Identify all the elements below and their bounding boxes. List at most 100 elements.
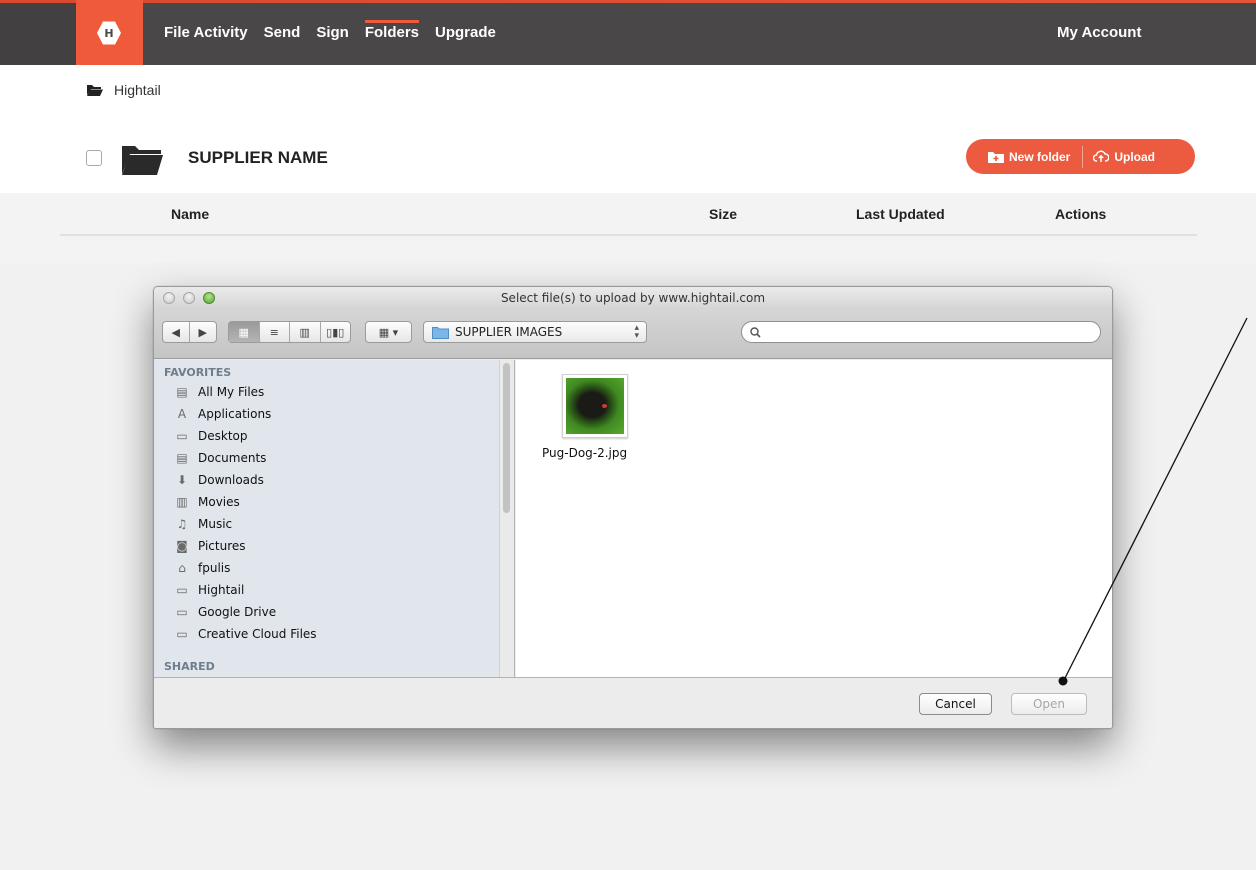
folder-title: SUPPLIER NAME <box>188 148 328 167</box>
back-button[interactable]: ◀ <box>163 322 190 342</box>
sidebar-item-pictures[interactable]: ◙ Pictures <box>174 537 246 555</box>
nav-file-activity[interactable]: File Activity <box>164 0 248 65</box>
icon-view-button[interactable]: ▦ <box>229 322 260 342</box>
new-folder-label: New folder <box>1009 149 1071 164</box>
icon-view-icon: ▦ <box>238 325 249 339</box>
new-folder-icon <box>988 151 1004 163</box>
column-view-button[interactable]: ▥ <box>290 322 321 342</box>
coverflow-view-icon: ▯▮▯ <box>326 325 345 339</box>
pug-photo-thumbnail <box>566 378 624 434</box>
folder-icon: ▭ <box>176 583 188 597</box>
button-divider <box>1082 145 1084 168</box>
nav-left-spacer <box>0 0 76 65</box>
sidebar-item-downloads[interactable]: ⬇ Downloads <box>174 471 264 489</box>
file-browser-area: Pug-Dog-2.jpg <box>516 360 1112 677</box>
coverflow-view-button[interactable]: ▯▮▯ <box>321 322 351 342</box>
all-files-icon: ▤ <box>176 385 188 399</box>
arrange-cell: ▦ ▾ <box>366 322 411 342</box>
column-header-name[interactable]: Name <box>171 206 209 222</box>
folder-open-icon <box>87 85 103 96</box>
sidebar-item-hightail[interactable]: ▭ Hightail <box>174 581 244 599</box>
arrange-icon: ▦ ▾ <box>378 325 399 339</box>
file-upload-dialog: Select file(s) to upload by www.hightail… <box>153 286 1113 729</box>
search-icon <box>750 326 761 338</box>
nav-sign[interactable]: Sign <box>316 0 349 65</box>
folder-icon <box>432 326 449 339</box>
search-input[interactable] <box>765 325 1100 339</box>
home-icon: ⌂ <box>178 561 186 575</box>
file-thumbnail[interactable] <box>562 374 628 438</box>
sidebar-item-label: Music <box>198 517 233 531</box>
applications-icon: A <box>177 407 187 421</box>
my-account-link[interactable]: My Account <box>1057 0 1141 65</box>
upload-label: Upload <box>1114 149 1156 164</box>
breadcrumb[interactable]: Hightail <box>86 82 161 98</box>
header-divider <box>60 234 1197 236</box>
list-view-icon: ≡ <box>269 325 279 339</box>
sidebar-item-google-drive[interactable]: ▭ Google Drive <box>174 603 276 621</box>
sidebar-item-creative-cloud[interactable]: ▭ Creative Cloud Files <box>174 625 317 643</box>
sidebar-item-applications[interactable]: A Applications <box>174 405 271 423</box>
finder-sidebar: FAVORITES ▤ All My Files A Applications … <box>154 360 515 677</box>
sidebar-item-label: Pictures <box>198 539 246 553</box>
arrange-button[interactable]: ▦ ▾ <box>365 321 412 343</box>
sidebar-item-music[interactable]: ♫ Music <box>174 515 233 533</box>
sidebar-item-desktop[interactable]: ▭ Desktop <box>174 427 248 445</box>
search-field[interactable] <box>741 321 1101 343</box>
location-popup[interactable]: SUPPLIER IMAGES ▴ ▾ <box>423 321 647 343</box>
sidebar-item-all-my-files[interactable]: ▤ All My Files <box>174 383 264 401</box>
sidebar-item-label: Hightail <box>198 583 245 597</box>
open-button[interactable]: Open <box>1011 693 1087 715</box>
logo-letter: H <box>104 26 114 40</box>
popup-arrows-icon: ▴ ▾ <box>634 323 639 341</box>
new-folder-button[interactable]: New folder <box>966 139 1070 174</box>
sidebar-section-shared: SHARED <box>164 660 215 673</box>
sidebar-item-label: All My Files <box>198 385 265 399</box>
sidebar-section-favorites: FAVORITES <box>164 366 232 379</box>
file-name-label[interactable]: Pug-Dog-2.jpg <box>542 446 627 460</box>
sidebar-item-label: Downloads <box>198 473 264 487</box>
forward-button[interactable]: ▶ <box>190 322 216 342</box>
sidebar-item-documents[interactable]: ▤ Documents <box>174 449 266 467</box>
cloud-upload-icon <box>1093 150 1110 162</box>
sidebar-scroll-thumb[interactable] <box>503 363 510 513</box>
dialog-footer: Cancel Open <box>154 677 1112 728</box>
column-view-icon: ▥ <box>299 325 310 339</box>
nav-upgrade[interactable]: Upgrade <box>435 0 496 65</box>
location-label: SUPPLIER IMAGES <box>455 325 563 339</box>
history-nav: ◀ ▶ <box>162 321 217 343</box>
upload-button[interactable]: Upload <box>1093 139 1155 174</box>
hightail-logo[interactable]: H <box>76 0 143 65</box>
documents-icon: ▤ <box>176 451 188 465</box>
sidebar-item-label: Google Drive <box>198 605 277 619</box>
folder-icon: ▭ <box>176 627 188 641</box>
sidebar-item-label: Applications <box>198 407 272 421</box>
sidebar-item-label: Movies <box>198 495 240 509</box>
sidebar-item-fpulis[interactable]: ⌂ fpulis <box>174 559 230 577</box>
breadcrumb-label: Hightail <box>114 82 161 98</box>
folder-action-buttons: New folder Upload <box>966 139 1195 174</box>
select-all-checkbox[interactable] <box>86 150 102 166</box>
forward-arrow-icon: ▶ <box>198 325 207 339</box>
sidebar-item-label: Documents <box>198 451 267 465</box>
sidebar-item-movies[interactable]: ▥ Movies <box>174 493 240 511</box>
column-header-last-updated[interactable]: Last Updated <box>856 206 945 222</box>
sidebar-item-label: Desktop <box>198 429 248 443</box>
dialog-toolbar: ◀ ▶ ▦ ≡ ▥ ▯▮▯ ▦ ▾ SUPPLIER IMAGES ▴ ▾ <box>154 309 1112 359</box>
dialog-titlebar: Select file(s) to upload by www.hightail… <box>154 287 1112 309</box>
sidebar-item-label: fpulis <box>198 561 231 575</box>
nav-send[interactable]: Send <box>264 0 301 65</box>
column-header-size[interactable]: Size <box>709 206 737 222</box>
file-table-header <box>0 193 1256 263</box>
sidebar-scrollbar[interactable] <box>499 360 514 677</box>
sidebar-item-label: Creative Cloud Files <box>198 627 317 641</box>
folder-icon: ▭ <box>176 605 188 619</box>
back-arrow-icon: ◀ <box>171 325 180 339</box>
folder-icon <box>122 146 163 175</box>
dialog-title: Select file(s) to upload by www.hightail… <box>500 291 766 305</box>
nav-folders[interactable]: Folders <box>364 0 420 65</box>
view-mode-selector: ▦ ≡ ▥ ▯▮▯ <box>228 321 351 343</box>
list-view-button[interactable]: ≡ <box>260 322 290 342</box>
pictures-icon: ◙ <box>176 539 188 553</box>
cancel-button[interactable]: Cancel <box>919 693 992 715</box>
